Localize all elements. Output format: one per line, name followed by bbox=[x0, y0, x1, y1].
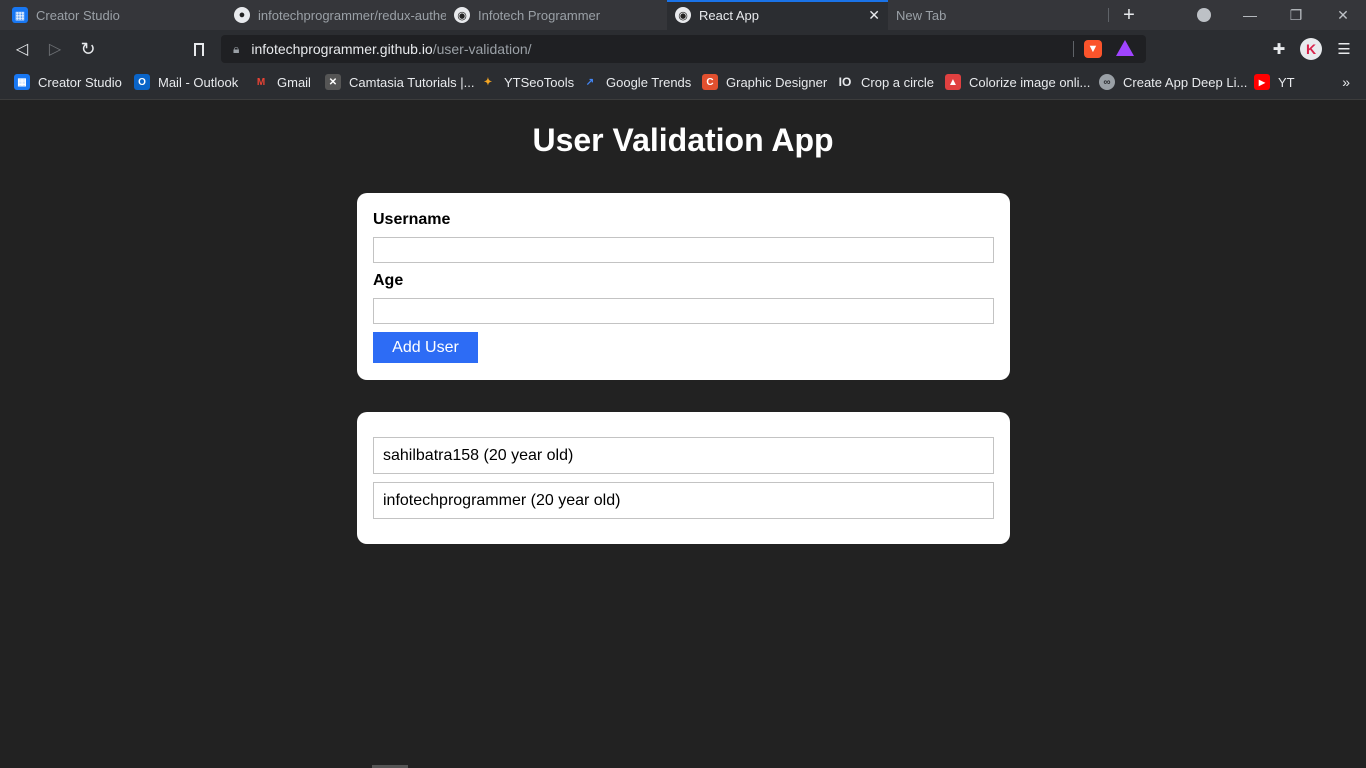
gmail-icon: M bbox=[256, 76, 266, 88]
close-window-button[interactable]: ✕ bbox=[1320, 0, 1366, 30]
brave-shields-icon[interactable]: ▼ bbox=[1084, 40, 1102, 58]
bookmark-label: Gmail bbox=[277, 74, 311, 90]
restore-button[interactable]: ❐ bbox=[1273, 0, 1319, 30]
github-icon: ● bbox=[234, 7, 250, 23]
tab-title: Infotech Programmer bbox=[478, 7, 601, 23]
add-user-form: Username Age Add User bbox=[357, 193, 1010, 380]
back-button[interactable]: ◁ bbox=[8, 35, 36, 63]
reload-button[interactable]: ↻ bbox=[74, 35, 102, 63]
tab-title: New Tab bbox=[896, 7, 947, 23]
forward-button[interactable]: ▷ bbox=[41, 35, 69, 63]
outlook-icon: O bbox=[134, 74, 150, 90]
bookmark-colorize[interactable]: ▲ Colorize image onli... bbox=[945, 68, 1090, 96]
lock-icon: 🔒︎ bbox=[233, 41, 240, 56]
bookmark-crop-circle[interactable]: IO Crop a circle bbox=[837, 68, 934, 96]
creator-studio-icon: ▦ bbox=[14, 74, 30, 90]
infotech-icon: ◉ bbox=[454, 7, 470, 23]
bookmark-label: YT bbox=[1278, 74, 1295, 90]
bookmark-label: Graphic Designer bbox=[726, 74, 828, 90]
deep-link-icon: ∞ bbox=[1099, 74, 1115, 90]
age-input[interactable] bbox=[373, 298, 994, 324]
bookmark-yt[interactable]: ▶ YT bbox=[1254, 68, 1295, 96]
google-trends-icon: ↗ bbox=[585, 76, 595, 88]
minimize-button[interactable]: — bbox=[1227, 0, 1273, 30]
tab-title: React App bbox=[699, 7, 759, 23]
camtasia-icon: ✕ bbox=[325, 74, 341, 90]
page-content: User Validation App Username Age Add Use… bbox=[0, 100, 1366, 768]
list-item[interactable]: sahilbatra158 (20 year old) bbox=[373, 437, 994, 474]
url-path: /user-validation/ bbox=[432, 41, 532, 57]
tab-react-app[interactable]: ◉ React App ✕ bbox=[667, 0, 888, 30]
graphic-designer-icon: C bbox=[702, 74, 718, 90]
creator-studio-icon: ▦ bbox=[12, 7, 28, 23]
age-label: Age bbox=[373, 272, 404, 289]
bookmark-label: Crop a circle bbox=[861, 74, 934, 90]
tab-search-button[interactable] bbox=[1181, 0, 1227, 30]
bookmark-label: Create App Deep Li... bbox=[1123, 74, 1248, 90]
bookmark-icon bbox=[194, 42, 204, 56]
more-bookmarks-icon[interactable]: » bbox=[1342, 74, 1350, 90]
users-list: sahilbatra158 (20 year old) infotechprog… bbox=[357, 412, 1010, 544]
bookmark-camtasia[interactable]: ✕ Camtasia Tutorials |... bbox=[325, 68, 474, 96]
url-host: infotechprogrammer.github.io bbox=[251, 41, 433, 57]
address-divider bbox=[1073, 41, 1074, 57]
address-bar[interactable]: 🔒︎ infotechprogrammer.github.io/user-val… bbox=[221, 35, 1146, 63]
add-user-button[interactable]: Add User bbox=[373, 332, 478, 363]
bookmark-creator-studio[interactable]: ▦ Creator Studio bbox=[14, 68, 122, 96]
bookmark-label: YTSeoTools bbox=[504, 74, 575, 90]
extensions-icon[interactable]: ✚ bbox=[1268, 38, 1290, 60]
chevron-down-icon bbox=[1197, 8, 1211, 22]
tab-github[interactable]: ● infotechprogrammer/redux-authe bbox=[224, 0, 446, 30]
bookmark-label: Colorize image onli... bbox=[969, 74, 1091, 90]
profile-avatar[interactable]: K bbox=[1300, 38, 1322, 60]
bookmark-page-button[interactable] bbox=[185, 35, 213, 63]
username-input[interactable] bbox=[373, 237, 994, 263]
bookmark-label: Camtasia Tutorials |... bbox=[349, 74, 475, 90]
tab-creator-studio[interactable]: ▦ Creator Studio bbox=[0, 0, 224, 30]
bookmark-label: Google Trends bbox=[606, 74, 692, 90]
tab-infotech-programmer[interactable]: ◉ Infotech Programmer bbox=[446, 0, 658, 30]
bookmark-deep-link[interactable]: ∞ Create App Deep Li... bbox=[1099, 68, 1247, 96]
list-item[interactable]: infotechprogrammer (20 year old) bbox=[373, 482, 994, 519]
youtube-icon: ▶ bbox=[1254, 74, 1270, 90]
bookmark-ytseotools[interactable]: ✦ YTSeoTools bbox=[480, 68, 574, 96]
infotech-icon: ◉ bbox=[675, 7, 691, 23]
tab-strip: ▦ Creator Studio ● infotechprogrammer/re… bbox=[0, 0, 1366, 30]
username-label: Username bbox=[373, 211, 451, 228]
bookmark-label: Creator Studio bbox=[38, 74, 122, 90]
new-tab-button[interactable]: + bbox=[1106, 0, 1152, 30]
close-tab-icon[interactable]: ✕ bbox=[868, 7, 880, 24]
page-title: User Validation App bbox=[532, 122, 834, 158]
bookmark-graphic-designer[interactable]: C Graphic Designer bbox=[702, 68, 827, 96]
brave-rewards-icon[interactable] bbox=[1116, 40, 1134, 56]
bookmark-label: Mail - Outlook bbox=[158, 74, 239, 90]
bookmark-mail-outlook[interactable]: O Mail - Outlook bbox=[134, 68, 238, 96]
bookmark-gmail[interactable]: M Gmail bbox=[253, 68, 311, 96]
tab-title: infotechprogrammer/redux-authe bbox=[258, 7, 446, 23]
tab-new-tab[interactable]: New Tab bbox=[888, 0, 1108, 30]
browser-toolbar: ◁ ▷ ↻ 🔒︎ infotechprogrammer.github.io/us… bbox=[0, 30, 1366, 68]
bookmarks-bar: ▦ Creator Studio O Mail - Outlook M Gmai… bbox=[0, 68, 1366, 100]
colorize-icon: ▲ bbox=[945, 74, 961, 90]
crop-circle-icon: IO bbox=[838, 75, 852, 89]
tab-title: Creator Studio bbox=[36, 7, 120, 23]
menu-icon[interactable]: ☰ bbox=[1333, 38, 1355, 60]
bookmark-google-trends[interactable]: ↗ Google Trends bbox=[582, 68, 691, 96]
ytseotools-icon: ✦ bbox=[483, 76, 493, 88]
